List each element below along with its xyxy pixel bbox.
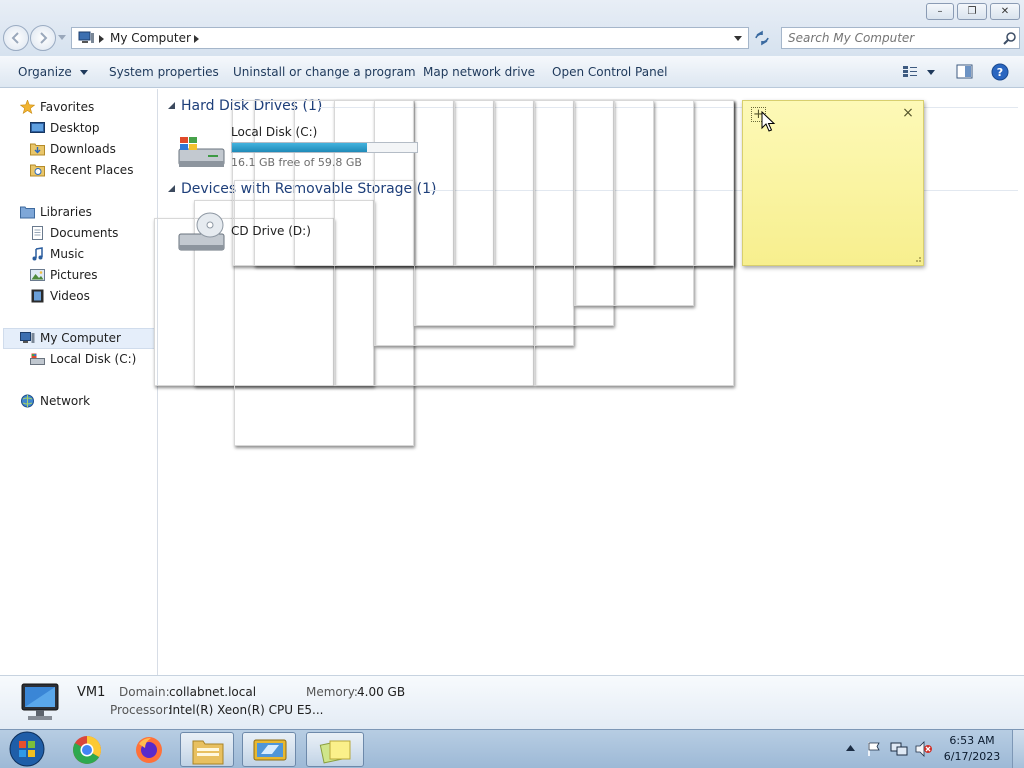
recent-places-icon	[30, 164, 45, 177]
taskbar-firefox[interactable]	[122, 732, 176, 767]
sticky-notes-icon	[319, 740, 351, 764]
memory-value: 4.00 GB	[357, 685, 406, 699]
nav-music-label: Music	[50, 247, 85, 261]
search-input[interactable]	[786, 29, 996, 47]
domain-label: Domain:	[119, 685, 170, 699]
taskbar-sticky-notes[interactable]	[306, 732, 364, 767]
nav-network-label: Network	[40, 394, 91, 408]
local-disk-free-space: 16.1 GB free of 59.8 GB	[231, 156, 362, 169]
mouse-cursor-icon	[761, 111, 776, 132]
computer-icon	[20, 332, 35, 343]
change-view-icon[interactable]	[902, 65, 918, 79]
music-icon	[32, 247, 43, 261]
forward-arrow-icon	[40, 32, 48, 44]
downloads-folder-icon	[30, 143, 45, 156]
volume-muted-icon[interactable]	[915, 741, 933, 757]
back-arrow-icon	[11, 32, 19, 44]
address-dropdown-icon[interactable]	[734, 36, 742, 41]
libraries-icon	[20, 206, 35, 219]
system-clock[interactable]: 6:53 AM 6/17/2023	[940, 733, 1004, 765]
memory-label: Memory:	[306, 685, 358, 699]
show-desktop-button[interactable]	[1012, 730, 1024, 768]
desktop-icon	[30, 122, 45, 133]
nav-recent-places-label: Recent Places	[50, 163, 134, 177]
domain-value: collabnet.local	[169, 685, 257, 699]
nav-documents-label: Documents	[50, 226, 119, 240]
recent-pages-chevron-icon[interactable]	[58, 35, 66, 41]
view-options-chevron-icon[interactable]	[927, 70, 935, 75]
breadcrumb-chevron-icon[interactable]	[194, 35, 199, 43]
nav-libraries-label: Libraries	[40, 205, 92, 219]
videos-icon	[31, 289, 44, 303]
computer-icon	[78, 31, 94, 43]
computer-icon	[21, 683, 59, 720]
action-center-flag-icon[interactable]	[866, 741, 882, 757]
disk-usage-fill	[232, 143, 368, 152]
taskbar-remote-desktop[interactable]	[242, 732, 296, 767]
remote-desktop-icon	[253, 739, 287, 761]
nav-pictures-label: Pictures	[50, 268, 98, 282]
nav-favorites-label: Favorites	[40, 100, 95, 114]
show-hidden-icons-icon[interactable]	[846, 745, 855, 751]
navigation-pane: Favorites Desktop Downloads Recent Place…	[0, 89, 158, 675]
clock-date: 6/17/2023	[943, 750, 1001, 763]
chrome-icon	[73, 736, 101, 764]
close-button[interactable]: ✕	[990, 3, 1020, 20]
back-button[interactable]	[3, 25, 29, 51]
cd-drive-icon[interactable]	[178, 212, 226, 252]
processor-label: Processor:	[110, 703, 172, 717]
window-ghost-frame	[614, 100, 734, 266]
search-icon[interactable]	[1003, 31, 1017, 45]
clock-time: 6:53 AM	[949, 734, 995, 747]
nav-my-computer-label: My Computer	[40, 331, 121, 345]
computer-name: VM1	[77, 685, 106, 700]
help-icon[interactable]: ?	[991, 63, 1009, 81]
taskbar-windows-explorer[interactable]	[180, 732, 234, 767]
system-properties-button[interactable]: System properties	[109, 65, 219, 79]
breadcrumb-separator-icon[interactable]	[99, 35, 104, 43]
nav-downloads-label: Downloads	[50, 142, 116, 156]
chevron-down-icon	[79, 70, 88, 75]
nav-videos-label: Videos	[50, 289, 90, 303]
firefox-icon	[136, 737, 162, 763]
processor-value: Intel(R) Xeon(R) CPU E5...	[169, 703, 324, 717]
folder-icon	[192, 740, 224, 765]
taskbar-chrome[interactable]	[60, 732, 114, 767]
search-box[interactable]	[781, 27, 1020, 49]
cd-drive-name[interactable]: CD Drive (D:)	[231, 224, 311, 238]
collapse-arrow-icon[interactable]	[168, 102, 175, 109]
disk-usage-bar	[231, 142, 418, 153]
preview-pane-icon[interactable]	[956, 64, 973, 79]
pictures-icon	[30, 269, 45, 281]
hard-drive-icon[interactable]	[178, 135, 226, 169]
close-note-button[interactable]: ×	[901, 106, 915, 120]
star-icon	[20, 100, 35, 114]
network-icon[interactable]	[890, 741, 908, 757]
organize-label: Organize	[18, 65, 72, 79]
command-bar: Organize System properties Uninstall or …	[0, 56, 1024, 88]
hard-drive-icon	[30, 353, 45, 365]
map-network-drive-button[interactable]: Map network drive	[423, 65, 535, 79]
open-control-panel-button[interactable]: Open Control Panel	[552, 65, 667, 79]
uninstall-program-button[interactable]: Uninstall or change a program	[233, 65, 416, 79]
restore-button[interactable]: ❐	[957, 3, 987, 20]
address-bar[interactable]: My Computer	[71, 27, 749, 49]
title-bar: – ❐ ✕ My Computer	[0, 0, 1024, 56]
taskbar: 6:53 AM 6/17/2023	[0, 729, 1024, 768]
collapse-arrow-icon[interactable]	[168, 185, 175, 192]
breadcrumb-my-computer[interactable]: My Computer	[110, 31, 191, 45]
nav-local-disk-label: Local Disk (C:)	[50, 352, 137, 366]
local-disk-name[interactable]: Local Disk (C:)	[231, 125, 317, 139]
network-globe-icon	[21, 394, 34, 408]
start-orb-icon[interactable]	[7, 730, 47, 768]
documents-icon	[32, 226, 43, 240]
refresh-icon[interactable]	[753, 30, 771, 46]
organize-button[interactable]: Organize	[18, 65, 88, 79]
minimize-button[interactable]: –	[926, 3, 954, 20]
svg-text:?: ?	[997, 66, 1003, 79]
nav-desktop-label: Desktop	[50, 121, 100, 135]
resize-grip-icon[interactable]	[913, 255, 922, 264]
details-pane: VM1 Domain: collabnet.local Memory: 4.00…	[0, 675, 1024, 729]
forward-button[interactable]	[30, 25, 56, 51]
